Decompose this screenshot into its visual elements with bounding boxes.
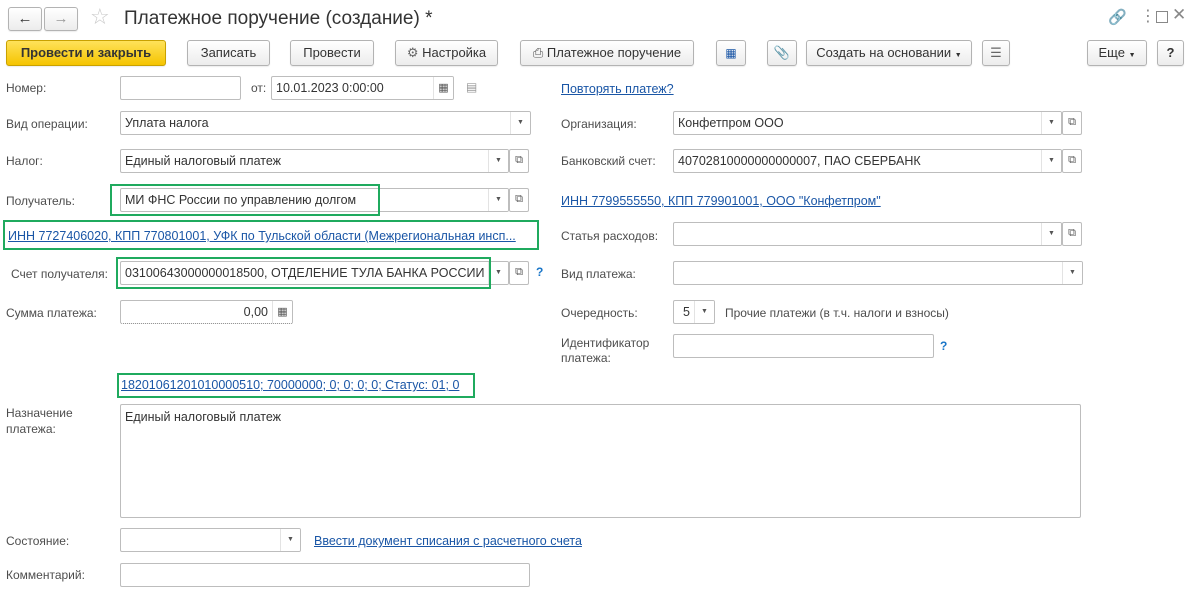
operation-label: Вид операции: [6, 117, 88, 131]
print-label: Платежное поручение [546, 45, 682, 60]
tax-select[interactable]: Единый налоговый платеж ▼ [120, 149, 509, 173]
print-payment-order-button[interactable]: ⎙ Платежное поручение [520, 40, 694, 66]
payment-type-label: Вид платежа: [561, 267, 636, 281]
open-bank-account-button[interactable]: ⧉ [1062, 149, 1082, 173]
open-icon: ⧉ [515, 266, 523, 278]
repeat-payment-link[interactable]: Повторять платеж? [561, 81, 674, 97]
recipient-account-help-icon[interactable]: ? [536, 265, 543, 279]
open-expense-button[interactable]: ⧉ [1062, 222, 1082, 246]
open-icon: ⧉ [515, 154, 523, 166]
more-label: Еще [1098, 45, 1125, 60]
save-button[interactable]: Записать [187, 40, 270, 66]
expense-select[interactable]: ▼ [673, 222, 1062, 246]
attach-button[interactable]: 📎 [767, 40, 797, 66]
open-icon: ⧉ [1068, 227, 1076, 239]
comment-input[interactable] [120, 563, 530, 587]
chevron-down-icon[interactable]: ▼ [1041, 223, 1061, 245]
organization-label: Организация: [561, 117, 637, 131]
purpose-label-1: Назначение [6, 406, 73, 420]
recipient-account-highlight [116, 257, 491, 289]
create-based-label: Создать на основании [816, 45, 952, 60]
purpose-label-2: платежа: [6, 422, 56, 436]
more-button[interactable]: Еще ▼ [1087, 40, 1147, 66]
purpose-textarea[interactable]: Единый налоговый платеж [120, 404, 1081, 518]
priority-select[interactable]: 5 ▼ [673, 300, 715, 324]
payment-id-help-icon[interactable]: ? [940, 339, 947, 353]
recipient-highlight [110, 184, 380, 216]
open-recipient-account-button[interactable]: ⧉ [509, 261, 529, 285]
calculator-icon[interactable]: ▦ [272, 301, 292, 323]
chevron-down-icon[interactable]: ▼ [1041, 150, 1061, 172]
structure-icon: ▦ [725, 46, 737, 60]
post-button[interactable]: Провести [290, 40, 374, 66]
amount-label: Сумма платежа: [6, 306, 97, 320]
enter-writeoff-link[interactable]: Ввести документ списания с расчетного сч… [314, 533, 582, 549]
open-icon: ⧉ [1068, 116, 1076, 128]
recipient-inn-highlight [3, 220, 539, 250]
amount-input[interactable]: 0,00 ▦ [120, 300, 293, 324]
operation-select[interactable]: Уплата налога ▼ [120, 111, 531, 135]
settings-button[interactable]: ⚙ Настройка [395, 40, 498, 66]
chevron-down-icon: ▼ [1128, 52, 1136, 59]
bank-account-label: Банковский счет: [561, 154, 656, 168]
from-label: от: [251, 81, 267, 95]
state-label: Состояние: [6, 534, 70, 548]
open-icon: ⧉ [515, 193, 523, 205]
close-icon[interactable]: ✕ [1172, 5, 1186, 25]
list-icon: ☰ [990, 45, 1002, 60]
window-title: Платежное поручение (создание) * [124, 8, 433, 29]
open-icon: ⧉ [1068, 154, 1076, 166]
back-button[interactable]: ← [8, 7, 42, 31]
favorite-star-icon[interactable]: ☆ [90, 4, 110, 30]
notes-icon[interactable]: ▤ [466, 80, 477, 94]
date-input[interactable]: 10.01.2023 0:00:00 ▦ [271, 76, 454, 100]
chevron-down-icon[interactable]: ▼ [510, 112, 530, 134]
chevron-down-icon[interactable]: ▼ [488, 189, 508, 211]
bank-account-select[interactable]: 40702810000000000007, ПАО СБЕРБАНК ▼ [673, 149, 1062, 173]
chevron-down-icon[interactable]: ▼ [1062, 262, 1082, 284]
payment-id-label-2: платежа: [561, 351, 611, 365]
number-input[interactable] [120, 76, 241, 100]
more-vertical-icon[interactable]: ⋮ [1140, 6, 1156, 26]
gear-icon: ⚙ [406, 45, 419, 60]
link-icon[interactable]: 🔗 [1108, 8, 1127, 26]
priority-label: Очередность: [561, 306, 638, 320]
paperclip-icon: 📎 [773, 45, 791, 60]
printer-icon: ⎙ [532, 45, 544, 60]
list-button[interactable]: ☰ [982, 40, 1010, 66]
open-tax-button[interactable]: ⧉ [509, 149, 529, 173]
organization-select[interactable]: Конфетпром ООО ▼ [673, 111, 1062, 135]
chevron-down-icon[interactable]: ▼ [488, 262, 508, 284]
forward-button[interactable]: → [44, 7, 78, 31]
recipient-label: Получатель: [6, 194, 75, 208]
budget-details-highlight [117, 373, 475, 398]
help-button[interactable]: ? [1157, 40, 1184, 66]
arrow-left-icon: ← [17, 10, 33, 27]
open-organization-button[interactable]: ⧉ [1062, 111, 1082, 135]
arrow-right-icon: → [53, 10, 69, 27]
chevron-down-icon[interactable]: ▼ [694, 301, 714, 323]
payment-type-select[interactable]: ▼ [673, 261, 1083, 285]
tax-label: Налог: [6, 154, 43, 168]
payment-id-input[interactable] [673, 334, 934, 358]
comment-label: Комментарий: [6, 568, 85, 582]
create-based-button[interactable]: Создать на основании ▼ [806, 40, 972, 66]
state-select[interactable]: ▼ [120, 528, 301, 552]
chevron-down-icon[interactable]: ▼ [1041, 112, 1061, 134]
structure-button[interactable]: ▦ [716, 40, 746, 66]
number-label: Номер: [6, 81, 47, 95]
post-and-close-button[interactable]: Провести и закрыть [6, 40, 166, 66]
payment-id-label-1: Идентификатор [561, 336, 650, 350]
settings-label: Настройка [422, 45, 487, 60]
expense-label: Статья расходов: [561, 229, 659, 243]
organization-inn-link[interactable]: ИНН 7799555550, КПП 779901001, ООО "Конф… [561, 193, 881, 209]
chevron-down-icon: ▼ [954, 52, 962, 59]
open-recipient-button[interactable]: ⧉ [509, 188, 529, 212]
recipient-account-label: Счет получателя: [11, 267, 108, 281]
chevron-down-icon[interactable]: ▼ [280, 529, 300, 551]
priority-description: Прочие платежи (в т.ч. налоги и взносы) [725, 306, 949, 320]
calendar-icon[interactable]: ▦ [433, 77, 453, 99]
chevron-down-icon[interactable]: ▼ [488, 150, 508, 172]
maximize-icon[interactable] [1156, 11, 1168, 23]
